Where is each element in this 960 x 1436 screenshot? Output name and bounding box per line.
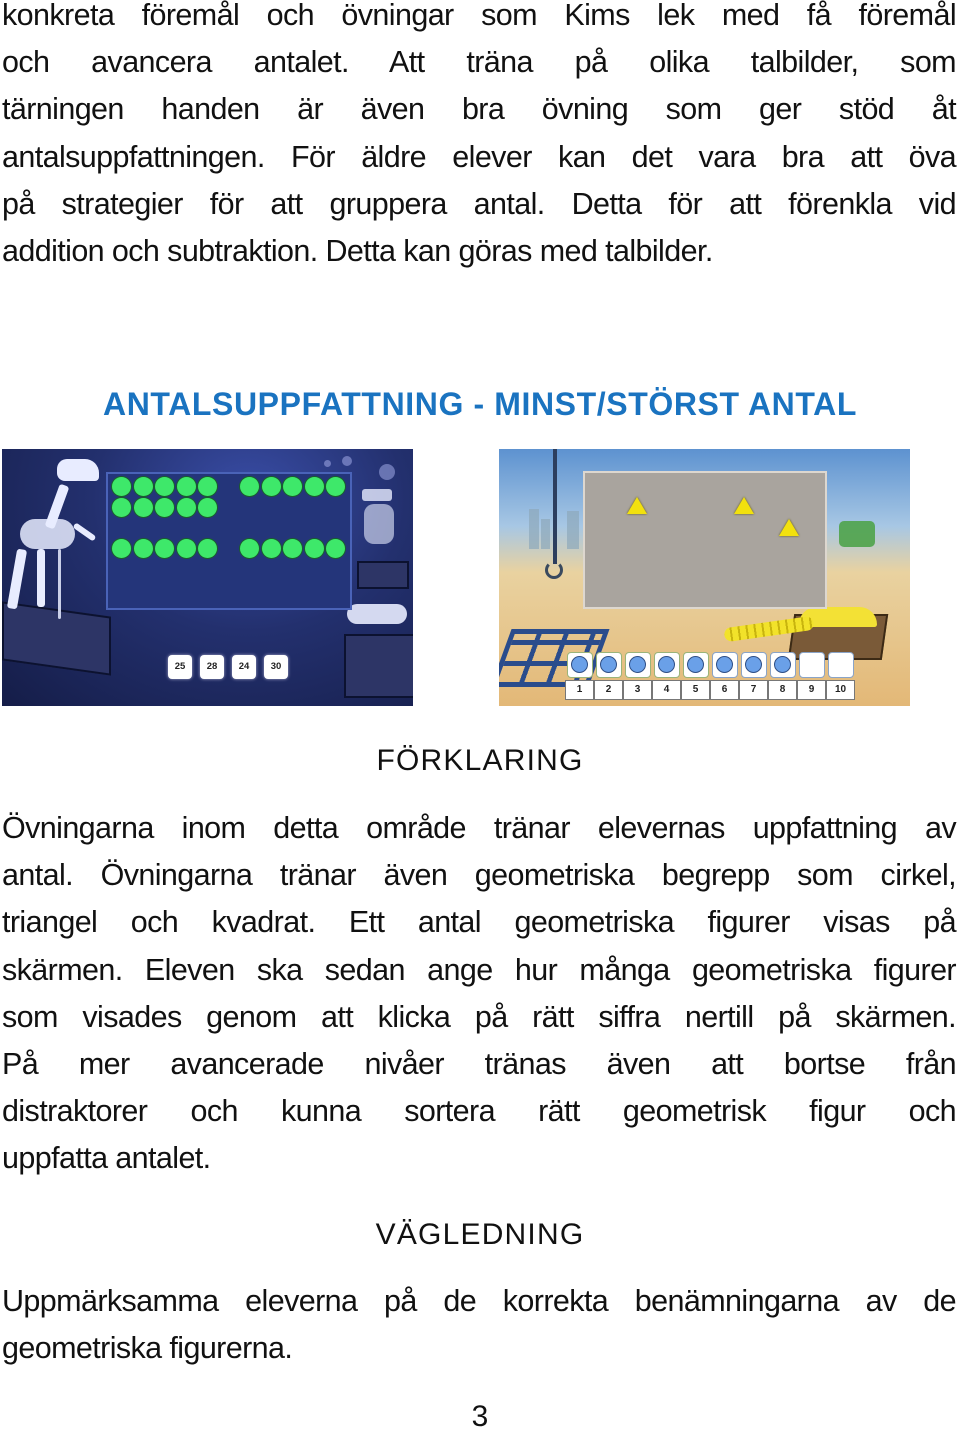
text-line: antal. Övningarna tränar även geometrisk…	[2, 858, 957, 893]
dinosaur-game-screenshot: 25 28 24 30	[2, 449, 413, 706]
triangle-shape	[627, 497, 647, 514]
text-line: och avancera antalet. Att träna på olika…	[2, 45, 957, 80]
filled-tile	[654, 652, 680, 678]
answer-button[interactable]: 24	[232, 655, 256, 679]
green-dot	[304, 539, 324, 558]
city-building	[529, 509, 539, 549]
crane-hook-icon	[545, 561, 563, 579]
green-dot	[112, 498, 131, 517]
city-building	[567, 511, 579, 549]
number-button[interactable]: 4	[652, 680, 681, 700]
text-line: geometriska figurerna.	[2, 1331, 293, 1366]
green-dot	[112, 477, 131, 496]
intro-paragraph: konkreta föremål och övningar som Kims l…	[2, 0, 957, 275]
filled-tile	[625, 652, 651, 678]
green-dot	[176, 498, 196, 517]
text-line: som visades genom att klicka på rätt sif…	[2, 999, 957, 1034]
filled-tile	[683, 652, 709, 678]
text-line: addition och subtraktion. Detta kan göra…	[2, 234, 713, 269]
green-dot	[240, 539, 259, 558]
page-number: 3	[471, 1400, 489, 1433]
pedestal	[357, 561, 409, 589]
text-line: på strategier för att gruppera antal. De…	[2, 186, 957, 221]
number-button[interactable]: 9	[797, 680, 826, 700]
blue-circle-icon	[774, 656, 791, 673]
blue-circle-icon	[716, 656, 733, 673]
bubble-decoration	[324, 460, 331, 467]
blue-circle-icon	[687, 656, 704, 673]
construction-game-screenshot: 1 2 3 4 5 6 7 8 9 10	[499, 449, 910, 706]
number-button[interactable]: 7	[739, 680, 768, 700]
bubble-decoration	[379, 464, 395, 480]
green-dot	[240, 477, 259, 496]
blue-circle-icon	[745, 656, 762, 673]
green-dot	[133, 539, 153, 558]
city-building	[541, 519, 550, 549]
answer-button[interactable]: 28	[200, 655, 224, 679]
text-line: Uppmärksamma eleverna på de korrekta ben…	[2, 1284, 957, 1318]
triangle-shape	[779, 519, 799, 536]
forklaring-paragraph: Övningarna inom detta område tränar elev…	[2, 805, 957, 1183]
excavator-icon	[839, 521, 875, 547]
number-button[interactable]: 8	[768, 680, 797, 700]
crane-rope	[553, 449, 557, 564]
text-line: uppfatta antalet.	[2, 1141, 211, 1176]
triangle-shape	[734, 497, 754, 514]
green-dot	[283, 539, 302, 558]
text-line: skärmen. Eleven ska sedan ange hur många…	[2, 952, 957, 987]
green-dot	[155, 477, 174, 496]
blue-circle-icon	[600, 656, 617, 673]
bubble-decoration	[342, 456, 352, 466]
green-dot	[326, 477, 345, 496]
number-button[interactable]: 1	[565, 680, 594, 700]
vagledning-paragraph: Uppmärksamma eleverna på de korrekta ben…	[2, 1278, 957, 1372]
text-line: konkreta föremål och övningar som Kims l…	[2, 0, 957, 32]
text-line: distraktorer och kunna sortera rätt geom…	[2, 1094, 957, 1129]
forklaring-heading: FÖRKLARING	[376, 744, 584, 777]
number-button[interactable]: 2	[594, 680, 623, 700]
blue-circle-icon	[658, 656, 675, 673]
empty-tile	[799, 652, 825, 678]
pedestal	[2, 601, 111, 676]
vagledning-heading: VÄGLEDNING	[375, 1218, 585, 1251]
green-dot	[198, 498, 217, 517]
number-button[interactable]: 10	[826, 680, 855, 700]
green-dot	[133, 498, 153, 517]
green-dot	[155, 539, 174, 558]
green-dot	[112, 539, 131, 558]
triangle-board	[583, 471, 827, 609]
blue-circle-icon	[571, 656, 588, 673]
green-dot	[261, 477, 281, 496]
number-button[interactable]: 3	[623, 680, 652, 700]
text-line: På mer avancerade nivåer tränas även att…	[2, 1047, 957, 1082]
number-button[interactable]: 5	[681, 680, 710, 700]
answer-button[interactable]: 30	[264, 655, 288, 679]
green-dot	[261, 539, 281, 558]
green-dot	[198, 539, 217, 558]
pedestal	[344, 634, 413, 698]
green-dot	[176, 477, 196, 496]
filled-tile	[770, 652, 796, 678]
number-button[interactable]: 6	[710, 680, 739, 700]
green-dot	[133, 477, 153, 496]
text-line: Övningarna inom detta område tränar elev…	[2, 811, 957, 845]
answer-button[interactable]: 25	[168, 655, 192, 679]
text-line: antalsuppfattningen. För äldre elever ka…	[2, 139, 957, 174]
green-dot	[176, 539, 196, 558]
blue-circle-icon	[629, 656, 646, 673]
filled-tile	[567, 652, 593, 678]
green-dot	[283, 477, 302, 496]
filled-tile	[712, 652, 738, 678]
green-dot	[326, 539, 345, 558]
filled-tile	[596, 652, 622, 678]
filled-tile	[741, 652, 767, 678]
green-dot	[304, 477, 324, 496]
empty-tile	[828, 652, 854, 678]
section-title: ANTALSUPPFATTNING - MINST/STÖRST ANTAL	[102, 386, 857, 422]
text-line: triangel och kvadrat. Ett antal geometri…	[2, 905, 957, 940]
green-dot	[198, 477, 217, 496]
green-dot	[155, 498, 174, 517]
text-line: tärningen handen är även bra övning som …	[2, 92, 957, 127]
